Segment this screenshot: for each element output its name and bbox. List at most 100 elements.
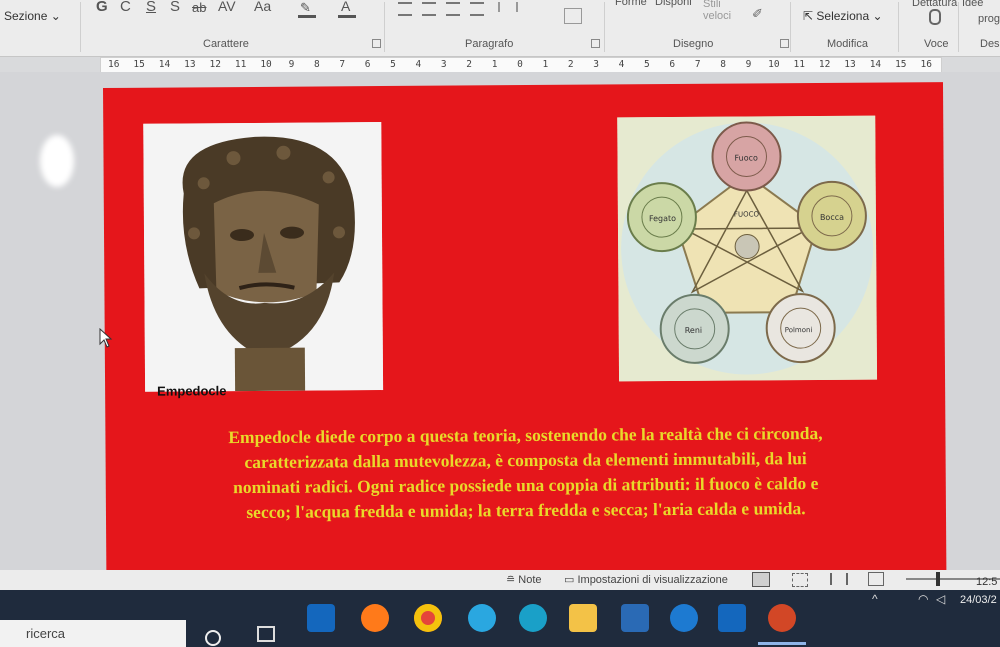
- ruler-mark: 3: [593, 59, 599, 70]
- sections-button[interactable]: Sezione ⌄: [4, 9, 61, 23]
- light-glare: [40, 135, 74, 187]
- teamviewer-taskbar-icon[interactable]: [670, 604, 698, 632]
- elements-wheel-image[interactable]: Fuoco Bocca Polmoni Reni Fegato FUOCO: [617, 115, 878, 382]
- wheel-label-bottom-left: Reni: [685, 326, 702, 335]
- columns-button[interactable]: [498, 2, 518, 12]
- font-dialog-launcher[interactable]: [372, 39, 381, 48]
- paragraph-dialog-launcher[interactable]: [591, 39, 600, 48]
- ruler-mark: 13: [844, 59, 856, 70]
- ruler-mark: 9: [745, 59, 752, 70]
- file-explorer-taskbar-icon[interactable]: [569, 604, 597, 632]
- network-icon[interactable]: ◠: [918, 592, 928, 606]
- notes-button[interactable]: ≘ Note: [506, 573, 542, 586]
- normal-view-button[interactable]: [752, 572, 770, 587]
- select-button[interactable]: ⇱ Seleziona ⌄: [803, 9, 883, 23]
- font-color-button[interactable]: A: [338, 0, 358, 18]
- slideshow-button[interactable]: [868, 572, 884, 586]
- ruler-mark: 1: [491, 59, 498, 70]
- horizontal-ruler[interactable]: 16 15 14 13 12 11 10 9 8 7 6 5 4 3 2 1 0 1 2 3 4 5 6 7 8 9 10 11 12 1…: [100, 57, 942, 73]
- highlight-color-button[interactable]: ✎: [298, 0, 318, 18]
- slide-body-text[interactable]: Empedocle diede corpo a questa teoria, s…: [145, 420, 906, 525]
- clock-time[interactable]: 12:5: [976, 576, 997, 588]
- ruler-mark: 7: [694, 59, 701, 70]
- shape-outline-icon[interactable]: ✐: [752, 6, 763, 22]
- empedocle-portrait[interactable]: Empedocle: [143, 122, 384, 399]
- ruler-mark: 4: [415, 59, 422, 70]
- cortana-icon[interactable]: [205, 630, 221, 646]
- strikethrough-button[interactable]: ab: [192, 0, 206, 15]
- wheel-label-center: FUOCO: [734, 210, 760, 218]
- reading-view-button[interactable]: [830, 573, 848, 585]
- ruler-mark: 7: [339, 59, 346, 70]
- highlighter-icon: ✎: [300, 0, 311, 15]
- align-left-button[interactable]: [398, 2, 412, 16]
- font-color-swatch: [338, 15, 356, 18]
- whiteboard-taskbar-icon[interactable]: [621, 604, 649, 632]
- slide-canvas[interactable]: Empedocle Fuoco Bocca Polmoni Reni Fegat…: [103, 82, 947, 582]
- ruler-mark: 14: [869, 59, 882, 70]
- wheel-label-right: Bocca: [820, 213, 844, 222]
- group-designer-label: Desi: [980, 38, 1000, 50]
- shapes-button[interactable]: Forme: [615, 0, 647, 8]
- ruler-mark: 10: [768, 59, 780, 70]
- status-bar: ≘ Note ▭ Impostazioni di visualizzazione: [0, 570, 1000, 590]
- internet-explorer-taskbar-icon[interactable]: [468, 604, 496, 632]
- group-font-label: Carattere: [203, 38, 249, 50]
- notes-icon: ≘: [506, 574, 516, 586]
- bust-image: [143, 122, 384, 392]
- ruler-mark: 0: [517, 59, 523, 70]
- wheel-label-bottom-right: Polmoni: [785, 326, 813, 334]
- ruler-mark: 15: [133, 59, 145, 70]
- firefox-taskbar-icon[interactable]: [361, 604, 389, 632]
- task-view-icon[interactable]: [257, 626, 275, 642]
- arrange-button[interactable]: Disponi: [655, 0, 692, 8]
- chevron-down-icon: ⌄: [872, 9, 883, 23]
- align-center-button[interactable]: [422, 2, 436, 16]
- ruler-mark: 3: [440, 59, 447, 70]
- microphone-icon[interactable]: [929, 9, 941, 25]
- quick-styles-button[interactable]: Stili veloci: [703, 0, 743, 22]
- ruler-mark: 16: [920, 59, 932, 70]
- chrome-taskbar-icon[interactable]: [414, 604, 442, 632]
- drawing-dialog-launcher[interactable]: [780, 39, 789, 48]
- align-right-button[interactable]: [446, 2, 460, 16]
- volume-icon[interactable]: ◁: [936, 592, 945, 606]
- search-box-text: ricerca: [26, 626, 66, 641]
- ribbon: Sezione ⌄ G C S S ab AV Aa ✎ A Forme Dis…: [0, 0, 1000, 57]
- font-color-icon: A: [341, 0, 351, 14]
- dictation-button[interactable]: Dettatura: [912, 0, 957, 9]
- group-voice-label: Voce: [924, 38, 949, 50]
- text-direction-button[interactable]: [564, 8, 582, 24]
- ruler-mark: 9: [288, 59, 295, 70]
- ruler-mark: 6: [669, 59, 676, 70]
- slide-sorter-view-button[interactable]: [792, 573, 808, 587]
- powerpoint-taskbar-icon[interactable]: [768, 604, 796, 632]
- ruler-mark: 13: [184, 59, 196, 70]
- char-spacing-button[interactable]: AV: [218, 0, 236, 14]
- ruler-mark: 11: [793, 59, 805, 70]
- ideas-button[interactable]: Idee: [962, 0, 983, 9]
- outlook-taskbar-icon[interactable]: [307, 604, 335, 632]
- edge-taskbar-icon[interactable]: [519, 604, 547, 632]
- ruler-mark: 16: [107, 59, 120, 70]
- italic-button[interactable]: C: [120, 0, 131, 15]
- chevron-up-icon[interactable]: ^: [872, 592, 878, 606]
- highlight-color-swatch: [298, 15, 316, 18]
- elements-wheel-diagram: Fuoco Bocca Polmoni Reni Fegato FUOCO: [617, 115, 878, 382]
- group-editing-label: Modifica: [827, 38, 868, 50]
- bold-button[interactable]: G: [96, 0, 108, 15]
- justify-button[interactable]: [470, 2, 484, 16]
- zoom-slider-thumb[interactable]: [936, 572, 940, 586]
- view-settings-button[interactable]: ▭ Impostazioni di visualizzazione: [564, 573, 728, 586]
- taskbar-search-box[interactable]: ricerca: [0, 620, 186, 647]
- ruler-mark: 15: [895, 59, 907, 70]
- mouse-cursor-icon: [99, 328, 113, 348]
- clock-date[interactable]: 24/03/2: [960, 594, 997, 606]
- cursor-icon: ⇱: [803, 9, 814, 23]
- change-case-button[interactable]: Aa: [254, 0, 271, 14]
- ruler-mark: 11: [234, 59, 247, 70]
- underline-button[interactable]: S: [146, 0, 156, 15]
- group-paragraph-label: Paragrafo: [465, 38, 514, 50]
- outlook-2-taskbar-icon[interactable]: [718, 604, 746, 632]
- shadow-button[interactable]: S: [170, 0, 180, 15]
